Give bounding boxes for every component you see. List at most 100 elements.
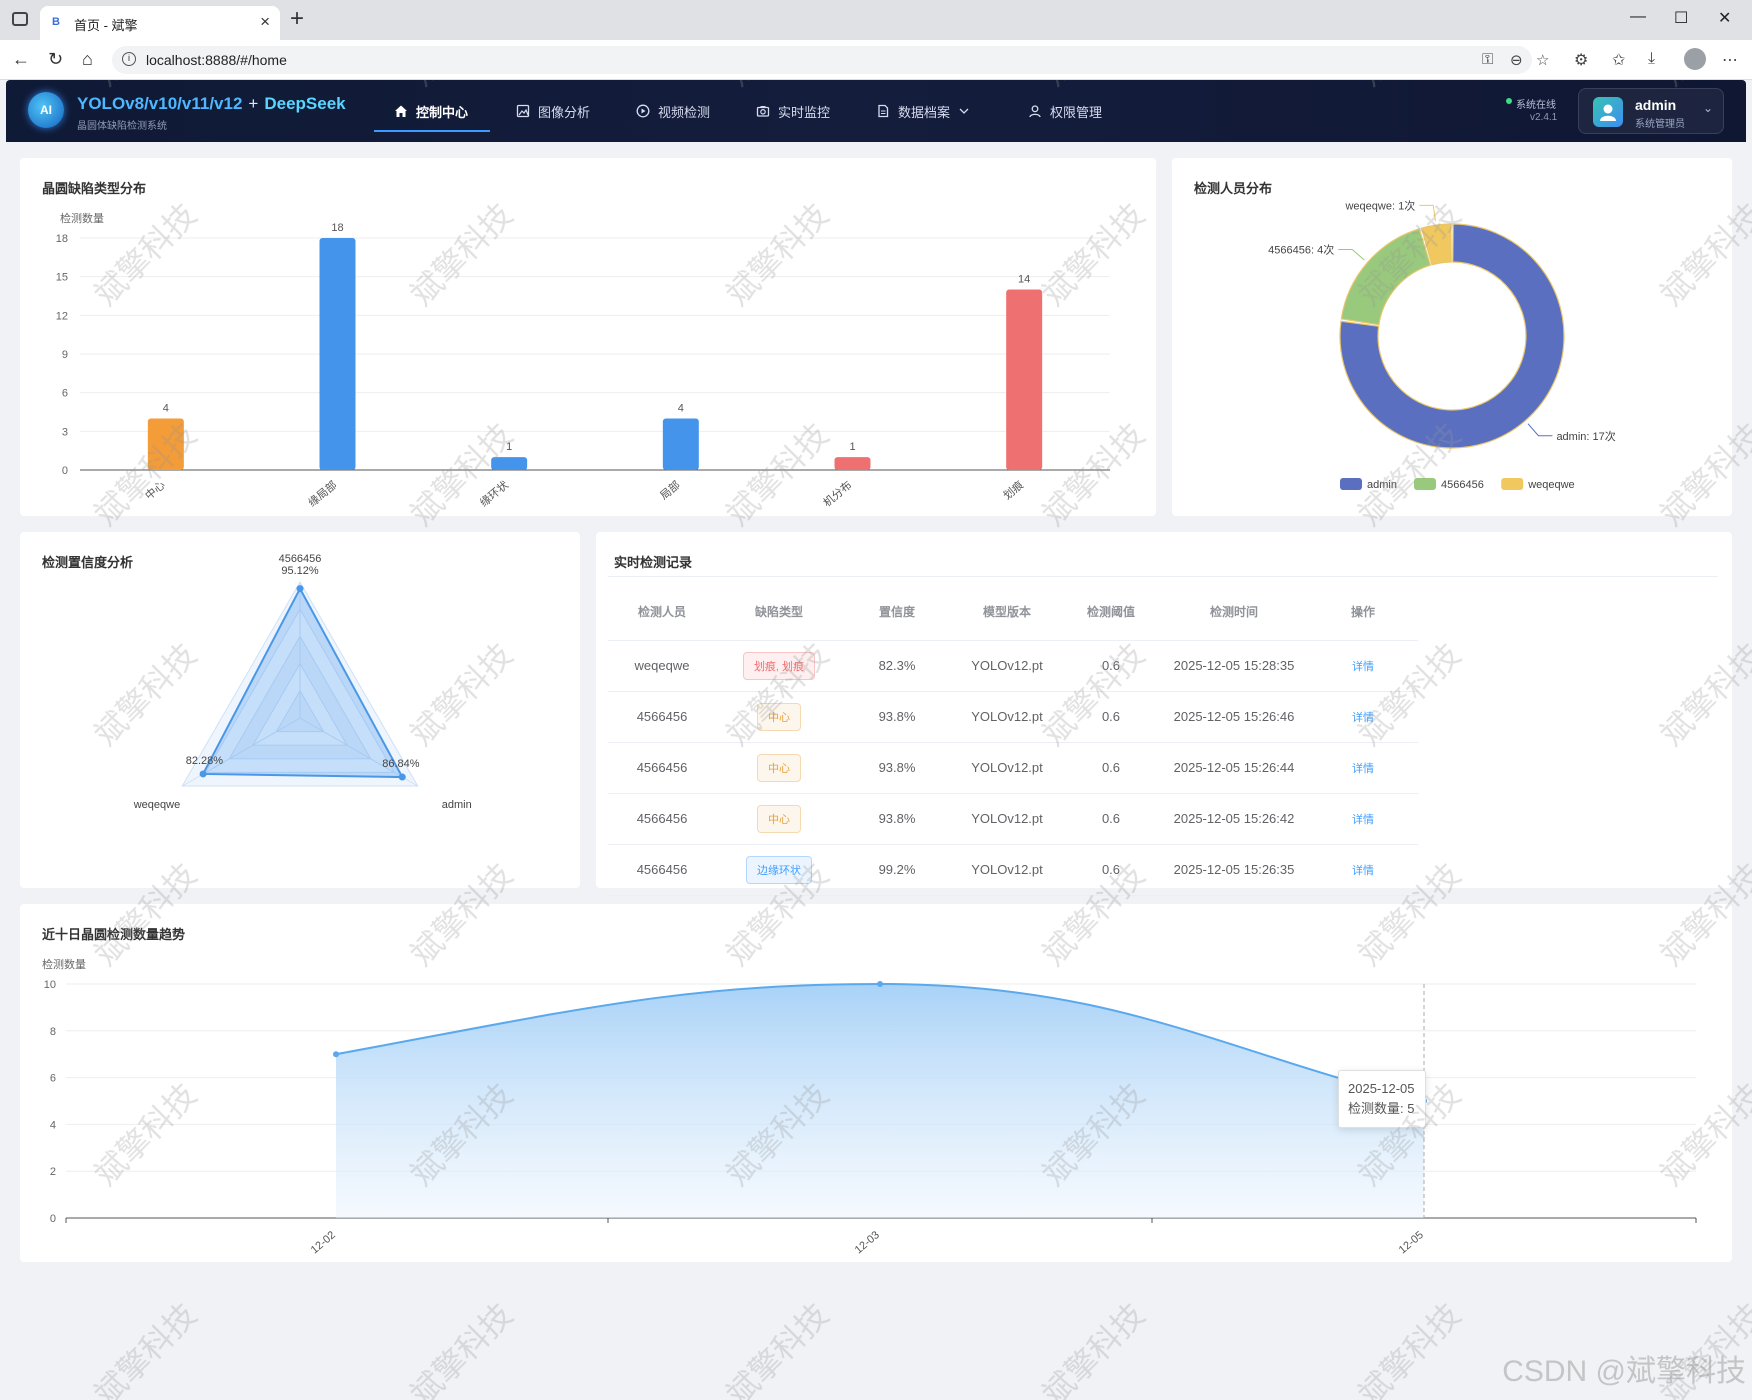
sidebar-toggle-icon[interactable] <box>12 12 28 26</box>
y-tick-label: 6 <box>62 388 68 400</box>
legend-swatch <box>1501 478 1524 490</box>
data-label: 18 <box>331 222 343 234</box>
y-axis-label: 检测数量 <box>42 957 86 971</box>
confidence-card: 检测置信度分析 4566456 95.12% admin 86.84% weqeqwe 8… <box>20 532 580 888</box>
url-field[interactable]: i localhost:8888/#/home ⚿ ⊖ ☆ <box>112 46 1549 74</box>
chevron-down-icon <box>959 108 969 114</box>
key-icon[interactable]: ⚿ <box>1482 51 1493 68</box>
cell-text: 2025-12-05 15:26:46 <box>1173 709 1295 724</box>
brand-title: YOLOv8/v10/v11/v12 + DeepSeek <box>77 94 346 114</box>
address-bar: ← ↻ ⌂ i localhost:8888/#/home ⚿ ⊖ ☆ ⚙ ✩ … <box>0 40 1752 80</box>
cell-text: 0.6 <box>1101 709 1121 724</box>
home-nav-icon[interactable]: ⌂ <box>82 49 93 70</box>
detail-link[interactable]: 详情 <box>1352 712 1374 724</box>
data-point <box>333 1051 339 1058</box>
cell-text: 0.6 <box>1101 658 1121 673</box>
table-row: 4566456 中心 93.8% YOLOv12.pt 0.6 2025-12-05 15… <box>608 793 1418 845</box>
legend-label: admin <box>1367 479 1397 491</box>
radar-value-label: 82.28% <box>186 755 224 767</box>
bar <box>662 418 699 470</box>
user-menu[interactable]: admin 系统管理员 ⌄ <box>1578 88 1724 134</box>
extensions-icon[interactable]: ⚙ <box>1574 50 1588 70</box>
nav-permissions[interactable]: 权限管理 <box>1028 80 1102 142</box>
y-tick-label: 18 <box>56 233 68 245</box>
label-line <box>1527 423 1553 437</box>
profile-icon[interactable] <box>1684 48 1706 70</box>
slice-label: admin: 17次 <box>1556 429 1615 443</box>
nav-realtime-monitor[interactable]: 实时监控 <box>756 80 830 142</box>
radar-axis-label: admin <box>442 799 472 811</box>
table-cell: 0.6 <box>1062 844 1160 896</box>
x-tick-label: 缘环状 <box>477 478 511 510</box>
detail-link[interactable]: 详情 <box>1352 814 1374 826</box>
url-text: localhost:8888/#/home <box>146 52 287 68</box>
close-window-icon[interactable]: ✕ <box>1718 8 1731 28</box>
table-cell: 0.6 <box>1062 793 1160 845</box>
col-header: 缺陷类型 <box>716 584 842 641</box>
favorites-icon[interactable]: ✩ <box>1612 50 1625 70</box>
site-info-icon[interactable]: i <box>122 52 136 66</box>
nav-image-analysis[interactable]: 图像分析 <box>516 80 590 142</box>
slice-label: weqeqwe: 1次 <box>1344 198 1415 212</box>
trend-card: 近十日晶圆检测数量趋势 检测数量 0 2 4 6 8 10 12-02 12-03 12-05 <box>20 904 1732 1262</box>
detail-link[interactable]: 详情 <box>1352 661 1374 673</box>
radar-point <box>199 770 207 778</box>
bar <box>319 238 356 470</box>
defect-distribution-card: 晶圆缺陷类型分布 检测数量 0 3 6 9 12 15 18 4 中心 18 缘局部 1 缘环状 4 局部 1 机… <box>20 158 1156 516</box>
tab-title: 首页 - 斌擎 <box>74 18 138 33</box>
table-cell: 93.8% <box>842 742 952 794</box>
image-icon <box>516 104 530 118</box>
new-tab-icon[interactable]: + <box>290 5 304 33</box>
nav-data-archive[interactable]: 数据档案 <box>876 80 970 142</box>
radar-value-label: 95.12% <box>281 565 319 577</box>
data-label: 14 <box>1018 274 1030 286</box>
nav-label: 图像分析 <box>538 104 591 120</box>
tab-close-icon[interactable]: × <box>260 12 270 32</box>
logo-icon: AI <box>28 92 64 128</box>
defect-bar-chart: 检测数量 0 3 6 9 12 15 18 4 中心 18 缘局部 1 缘环状 4 局部 1 机分布 14 划痕 <box>56 211 1110 510</box>
zoom-icon[interactable]: ⊖ <box>1510 51 1523 69</box>
cell-text: 93.8% <box>878 709 916 724</box>
watermark-text: 斌擎科技 <box>719 1296 836 1400</box>
table-cell: 详情 <box>1308 640 1418 692</box>
cell-text: 2025-12-05 15:26:44 <box>1173 760 1295 775</box>
table-cell: 0.6 <box>1062 691 1160 743</box>
active-nav-indicator <box>374 130 490 132</box>
records-card: 实时检测记录 检测人员 缺陷类型 置信度 模型版本 检测阈值 检测时间 操作 w… <box>596 532 1732 896</box>
watermark-text: 斌擎科技 <box>87 1296 204 1400</box>
chevron-down-icon: ⌄ <box>1703 101 1714 115</box>
table-cell: 82.3% <box>842 640 952 692</box>
divider <box>608 576 1718 577</box>
detail-link[interactable]: 详情 <box>1352 763 1374 775</box>
defect-tag: 边缘环状 <box>746 855 812 884</box>
browser-tab[interactable]: B 首页 - 斌擎 × <box>40 6 280 40</box>
table-cell: 93.8% <box>842 691 952 743</box>
reload-icon[interactable]: ↻ <box>48 49 63 70</box>
detail-link[interactable]: 详情 <box>1352 865 1374 877</box>
cell-text: YOLOv12.pt <box>971 658 1043 673</box>
download-icon[interactable]: ⤓ <box>1648 50 1655 68</box>
table-cell: 2025-12-05 15:26:44 <box>1160 742 1308 794</box>
back-icon[interactable]: ← <box>12 49 30 70</box>
table-cell: 2025-12-05 15:26:35 <box>1160 844 1308 896</box>
cell-text: 4566456 <box>636 709 688 724</box>
table-cell: 划痕, 划痕 <box>716 640 842 692</box>
cell-text: 2025-12-05 15:26:42 <box>1173 811 1295 826</box>
brand-plus: + <box>248 94 259 113</box>
brand-deepseek: DeepSeek <box>264 94 346 113</box>
minimize-icon[interactable]: — <box>1630 8 1646 26</box>
nav-label: 数据档案 <box>898 104 951 120</box>
watermark-text: 斌擎科技 <box>1035 1296 1152 1400</box>
legend-label: weqeqwe <box>1527 479 1574 491</box>
favorite-star-icon[interactable]: ☆ <box>1536 51 1549 69</box>
maximize-icon[interactable]: ☐ <box>1674 8 1688 28</box>
nav-control-center[interactable]: 控制中心 <box>394 80 468 142</box>
y-axis-label: 检测数量 <box>60 211 104 225</box>
more-menu-icon[interactable]: ⋯ <box>1722 50 1738 70</box>
table-row: weqeqwe 划痕, 划痕 82.3% YOLOv12.pt 0.6 2025-12-0… <box>608 640 1418 692</box>
label-line <box>1338 249 1365 261</box>
status-online-dot <box>1506 98 1512 104</box>
pie-slice <box>1340 228 1432 326</box>
nav-video-detection[interactable]: 视频检测 <box>636 80 710 142</box>
table-cell: 4566456 <box>608 793 716 845</box>
